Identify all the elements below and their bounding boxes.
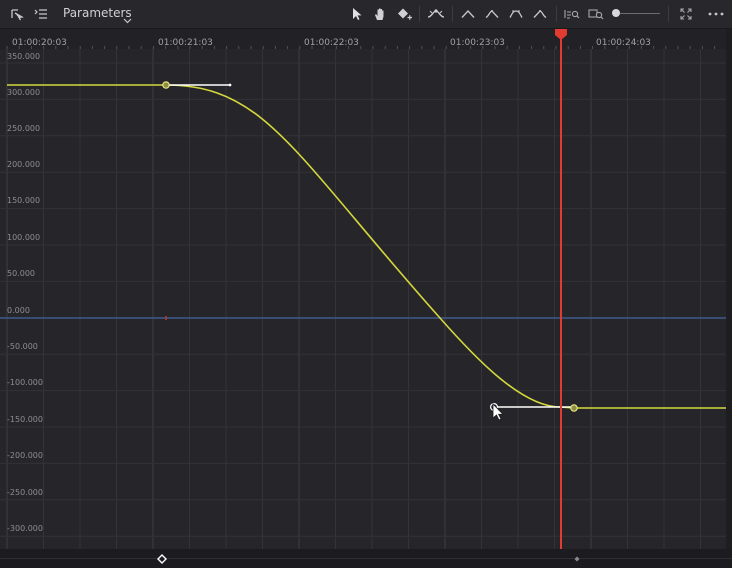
keyframe-1[interactable]	[162, 81, 170, 89]
y-axis-label: 50.000	[7, 269, 35, 278]
y-axis-label: -250.000	[7, 488, 43, 497]
y-axis-label: 200.000	[7, 160, 40, 169]
curve-graph-canvas[interactable]: 01:00:20:03 01:00:21:03 01:00:22:03 01:0…	[0, 29, 726, 549]
timecode-label: 01:00:20:03	[12, 38, 67, 48]
add-keyframe-icon[interactable]	[396, 0, 414, 28]
vertical-scrollbar[interactable]	[726, 29, 732, 549]
y-axis-label: 0.000	[7, 306, 30, 315]
pointer-icon[interactable]	[349, 0, 365, 28]
fullscreen-icon[interactable]	[677, 0, 695, 28]
panel-title[interactable]: Parameters	[63, 6, 132, 20]
ease-in-out-icon[interactable]	[531, 0, 549, 28]
curve-select-icon[interactable]	[8, 0, 26, 28]
hand-icon[interactable]	[372, 0, 388, 28]
zoom-slider-track[interactable]	[620, 13, 660, 14]
y-axis-label: -150.000	[7, 415, 43, 424]
y-axis-label: -50.000	[7, 342, 38, 351]
timecode-label: 01:00:21:03	[158, 38, 213, 48]
y-axis-label: -100.000	[7, 378, 43, 387]
list-icon[interactable]	[32, 0, 50, 28]
zoom-slider-knob[interactable]	[612, 9, 620, 17]
timecode-label: 01:00:23:03	[450, 38, 505, 48]
linear-icon[interactable]	[459, 0, 477, 28]
bezier-handle-1-end[interactable]	[228, 83, 232, 87]
timecode-label: 01:00:24:03	[596, 38, 651, 48]
more-icon[interactable]	[705, 0, 727, 28]
y-axis-label: 250.000	[7, 124, 40, 133]
toolbar: Parameters	[0, 0, 732, 29]
y-axis-label: 100.000	[7, 233, 40, 242]
zoom-fit-icon[interactable]	[563, 0, 581, 28]
timecode-label: 01:00:22:03	[304, 38, 359, 48]
chevron-down-icon[interactable]	[123, 9, 132, 28]
y-axis-label: 300.000	[7, 88, 40, 97]
curve-filter-icon[interactable]	[426, 0, 446, 28]
ease-in-icon[interactable]	[483, 0, 501, 28]
y-axis-label: 350.000	[7, 52, 40, 61]
keyframe-2[interactable]	[570, 404, 578, 412]
bottom-keyframe-marker-2[interactable]	[574, 556, 580, 562]
y-axis-label: 150.000	[7, 196, 40, 205]
bottom-keyframe-marker-1[interactable]	[157, 554, 167, 564]
curve-graph[interactable]: 01:00:20:03 01:00:21:03 01:00:22:03 01:0…	[0, 29, 726, 549]
mini-timeline[interactable]	[0, 549, 732, 568]
zoom-selection-icon[interactable]	[587, 0, 605, 28]
y-axis-label: -300.000	[7, 524, 43, 533]
ease-out-icon[interactable]	[507, 0, 525, 28]
y-axis-label: -200.000	[7, 451, 43, 460]
